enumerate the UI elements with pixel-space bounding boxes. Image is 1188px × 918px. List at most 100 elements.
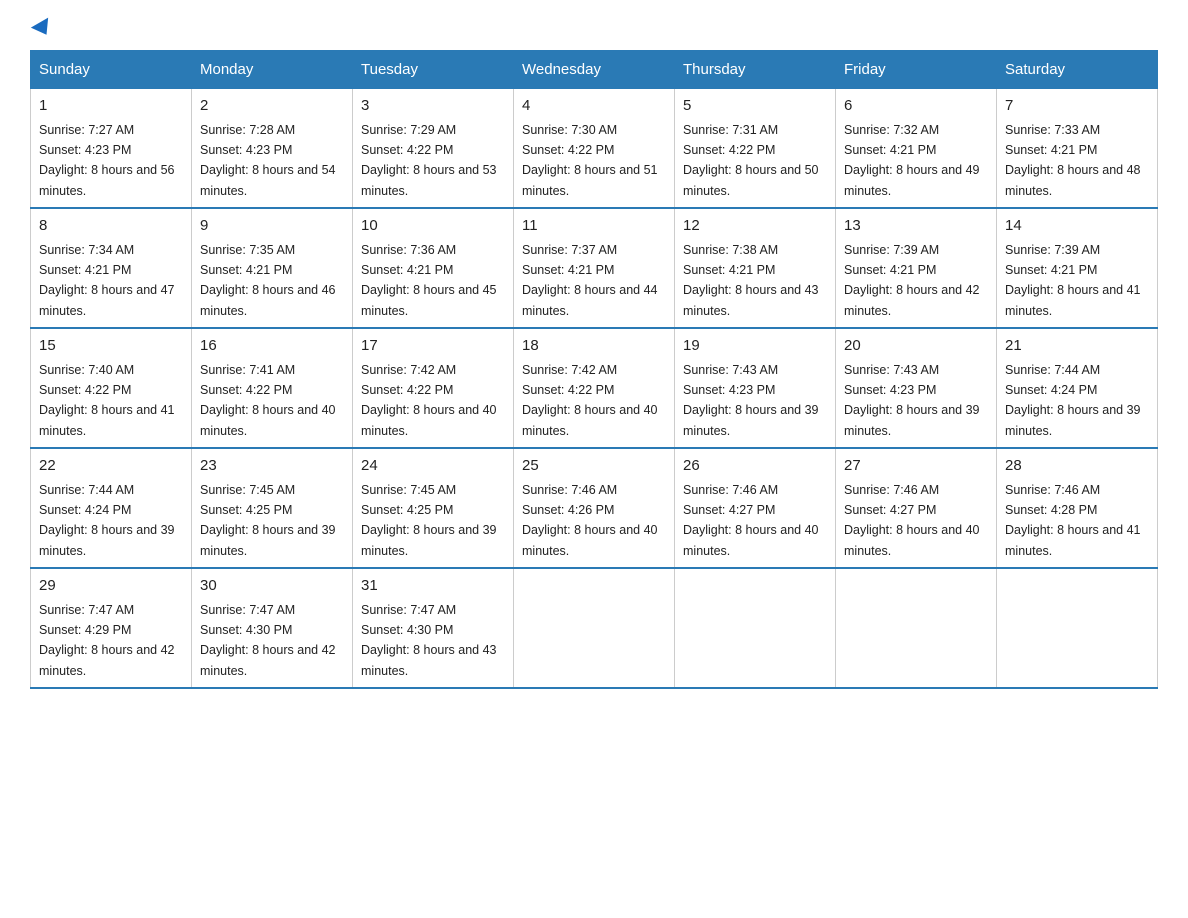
day-cell: 12 Sunrise: 7:38 AMSunset: 4:21 PMDaylig… xyxy=(675,208,836,328)
logo xyxy=(30,20,54,30)
day-info: Sunrise: 7:45 AMSunset: 4:25 PMDaylight:… xyxy=(200,483,336,558)
day-info: Sunrise: 7:45 AMSunset: 4:25 PMDaylight:… xyxy=(361,483,497,558)
calendar-header: SundayMondayTuesdayWednesdayThursdayFrid… xyxy=(31,51,1158,89)
day-cell: 30 Sunrise: 7:47 AMSunset: 4:30 PMDaylig… xyxy=(192,568,353,688)
header-cell-sunday: Sunday xyxy=(31,51,192,89)
day-info: Sunrise: 7:32 AMSunset: 4:21 PMDaylight:… xyxy=(844,123,980,198)
day-cell: 8 Sunrise: 7:34 AMSunset: 4:21 PMDayligh… xyxy=(31,208,192,328)
day-info: Sunrise: 7:34 AMSunset: 4:21 PMDaylight:… xyxy=(39,243,175,318)
day-cell: 28 Sunrise: 7:46 AMSunset: 4:28 PMDaylig… xyxy=(997,448,1158,568)
day-cell: 6 Sunrise: 7:32 AMSunset: 4:21 PMDayligh… xyxy=(836,89,997,209)
day-cell: 23 Sunrise: 7:45 AMSunset: 4:25 PMDaylig… xyxy=(192,448,353,568)
day-cell: 21 Sunrise: 7:44 AMSunset: 4:24 PMDaylig… xyxy=(997,328,1158,448)
day-cell: 1 Sunrise: 7:27 AMSunset: 4:23 PMDayligh… xyxy=(31,89,192,209)
day-cell: 26 Sunrise: 7:46 AMSunset: 4:27 PMDaylig… xyxy=(675,448,836,568)
calendar-table: SundayMondayTuesdayWednesdayThursdayFrid… xyxy=(30,50,1158,689)
week-row-5: 29 Sunrise: 7:47 AMSunset: 4:29 PMDaylig… xyxy=(31,568,1158,688)
day-number: 3 xyxy=(361,95,505,118)
day-cell xyxy=(836,568,997,688)
header-cell-friday: Friday xyxy=(836,51,997,89)
day-number: 14 xyxy=(1005,215,1149,238)
day-number: 9 xyxy=(200,215,344,238)
day-cell: 3 Sunrise: 7:29 AMSunset: 4:22 PMDayligh… xyxy=(353,89,514,209)
day-number: 8 xyxy=(39,215,183,238)
page-header xyxy=(30,20,1158,30)
day-info: Sunrise: 7:46 AMSunset: 4:26 PMDaylight:… xyxy=(522,483,658,558)
day-info: Sunrise: 7:43 AMSunset: 4:23 PMDaylight:… xyxy=(683,363,819,438)
day-number: 26 xyxy=(683,455,827,478)
day-number: 11 xyxy=(522,215,666,238)
day-info: Sunrise: 7:28 AMSunset: 4:23 PMDaylight:… xyxy=(200,123,336,198)
day-info: Sunrise: 7:27 AMSunset: 4:23 PMDaylight:… xyxy=(39,123,175,198)
day-number: 1 xyxy=(39,95,183,118)
day-cell xyxy=(997,568,1158,688)
day-cell: 18 Sunrise: 7:42 AMSunset: 4:22 PMDaylig… xyxy=(514,328,675,448)
day-number: 22 xyxy=(39,455,183,478)
day-cell xyxy=(675,568,836,688)
day-info: Sunrise: 7:35 AMSunset: 4:21 PMDaylight:… xyxy=(200,243,336,318)
day-number: 10 xyxy=(361,215,505,238)
header-cell-saturday: Saturday xyxy=(997,51,1158,89)
day-cell: 20 Sunrise: 7:43 AMSunset: 4:23 PMDaylig… xyxy=(836,328,997,448)
header-cell-tuesday: Tuesday xyxy=(353,51,514,89)
day-cell: 25 Sunrise: 7:46 AMSunset: 4:26 PMDaylig… xyxy=(514,448,675,568)
day-info: Sunrise: 7:30 AMSunset: 4:22 PMDaylight:… xyxy=(522,123,658,198)
day-number: 5 xyxy=(683,95,827,118)
day-cell xyxy=(514,568,675,688)
day-info: Sunrise: 7:29 AMSunset: 4:22 PMDaylight:… xyxy=(361,123,497,198)
day-number: 7 xyxy=(1005,95,1149,118)
day-info: Sunrise: 7:46 AMSunset: 4:27 PMDaylight:… xyxy=(844,483,980,558)
day-cell: 7 Sunrise: 7:33 AMSunset: 4:21 PMDayligh… xyxy=(997,89,1158,209)
logo-text xyxy=(30,20,54,34)
day-number: 15 xyxy=(39,335,183,358)
day-cell: 16 Sunrise: 7:41 AMSunset: 4:22 PMDaylig… xyxy=(192,328,353,448)
day-info: Sunrise: 7:33 AMSunset: 4:21 PMDaylight:… xyxy=(1005,123,1141,198)
day-cell: 17 Sunrise: 7:42 AMSunset: 4:22 PMDaylig… xyxy=(353,328,514,448)
day-info: Sunrise: 7:40 AMSunset: 4:22 PMDaylight:… xyxy=(39,363,175,438)
day-number: 20 xyxy=(844,335,988,358)
day-number: 24 xyxy=(361,455,505,478)
day-info: Sunrise: 7:44 AMSunset: 4:24 PMDaylight:… xyxy=(39,483,175,558)
day-info: Sunrise: 7:47 AMSunset: 4:29 PMDaylight:… xyxy=(39,603,175,678)
day-info: Sunrise: 7:47 AMSunset: 4:30 PMDaylight:… xyxy=(361,603,497,678)
day-cell: 29 Sunrise: 7:47 AMSunset: 4:29 PMDaylig… xyxy=(31,568,192,688)
day-info: Sunrise: 7:46 AMSunset: 4:27 PMDaylight:… xyxy=(683,483,819,558)
day-number: 30 xyxy=(200,575,344,598)
day-info: Sunrise: 7:43 AMSunset: 4:23 PMDaylight:… xyxy=(844,363,980,438)
day-cell: 14 Sunrise: 7:39 AMSunset: 4:21 PMDaylig… xyxy=(997,208,1158,328)
day-info: Sunrise: 7:42 AMSunset: 4:22 PMDaylight:… xyxy=(361,363,497,438)
day-info: Sunrise: 7:37 AMSunset: 4:21 PMDaylight:… xyxy=(522,243,658,318)
day-number: 27 xyxy=(844,455,988,478)
header-row: SundayMondayTuesdayWednesdayThursdayFrid… xyxy=(31,51,1158,89)
day-number: 18 xyxy=(522,335,666,358)
day-number: 25 xyxy=(522,455,666,478)
day-number: 23 xyxy=(200,455,344,478)
day-cell: 5 Sunrise: 7:31 AMSunset: 4:22 PMDayligh… xyxy=(675,89,836,209)
header-cell-monday: Monday xyxy=(192,51,353,89)
day-info: Sunrise: 7:39 AMSunset: 4:21 PMDaylight:… xyxy=(844,243,980,318)
day-cell: 24 Sunrise: 7:45 AMSunset: 4:25 PMDaylig… xyxy=(353,448,514,568)
day-cell: 15 Sunrise: 7:40 AMSunset: 4:22 PMDaylig… xyxy=(31,328,192,448)
day-cell: 13 Sunrise: 7:39 AMSunset: 4:21 PMDaylig… xyxy=(836,208,997,328)
week-row-4: 22 Sunrise: 7:44 AMSunset: 4:24 PMDaylig… xyxy=(31,448,1158,568)
day-cell: 22 Sunrise: 7:44 AMSunset: 4:24 PMDaylig… xyxy=(31,448,192,568)
day-cell: 9 Sunrise: 7:35 AMSunset: 4:21 PMDayligh… xyxy=(192,208,353,328)
calendar-body: 1 Sunrise: 7:27 AMSunset: 4:23 PMDayligh… xyxy=(31,89,1158,689)
day-cell: 2 Sunrise: 7:28 AMSunset: 4:23 PMDayligh… xyxy=(192,89,353,209)
day-number: 21 xyxy=(1005,335,1149,358)
day-number: 28 xyxy=(1005,455,1149,478)
day-info: Sunrise: 7:42 AMSunset: 4:22 PMDaylight:… xyxy=(522,363,658,438)
day-number: 4 xyxy=(522,95,666,118)
day-cell: 19 Sunrise: 7:43 AMSunset: 4:23 PMDaylig… xyxy=(675,328,836,448)
day-info: Sunrise: 7:36 AMSunset: 4:21 PMDaylight:… xyxy=(361,243,497,318)
day-number: 2 xyxy=(200,95,344,118)
day-number: 16 xyxy=(200,335,344,358)
day-info: Sunrise: 7:44 AMSunset: 4:24 PMDaylight:… xyxy=(1005,363,1141,438)
day-number: 19 xyxy=(683,335,827,358)
day-number: 17 xyxy=(361,335,505,358)
day-number: 12 xyxy=(683,215,827,238)
day-info: Sunrise: 7:38 AMSunset: 4:21 PMDaylight:… xyxy=(683,243,819,318)
day-cell: 31 Sunrise: 7:47 AMSunset: 4:30 PMDaylig… xyxy=(353,568,514,688)
week-row-3: 15 Sunrise: 7:40 AMSunset: 4:22 PMDaylig… xyxy=(31,328,1158,448)
header-cell-wednesday: Wednesday xyxy=(514,51,675,89)
